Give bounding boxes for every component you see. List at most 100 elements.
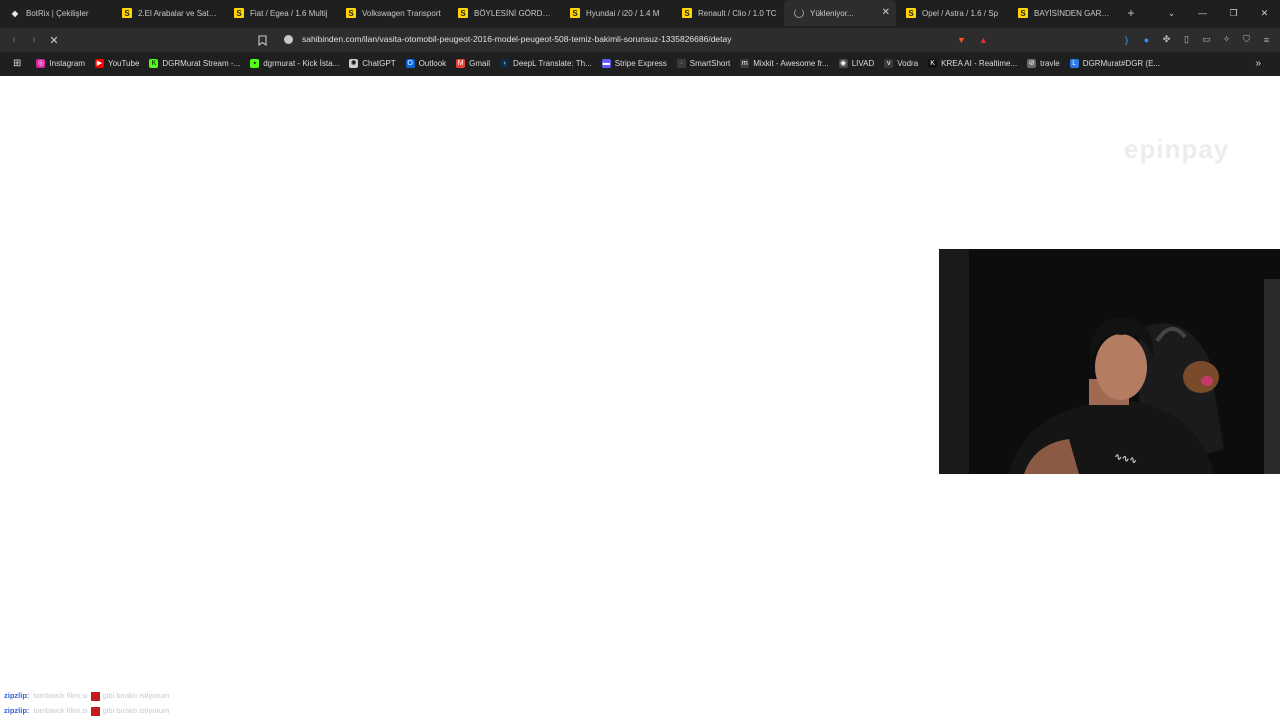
url-text[interactable]: sahibinden.com/ilan/vasita-otomobil-peug… (302, 34, 732, 44)
bookmark-label: Outlook (418, 58, 447, 68)
leo-ai-icon[interactable]: ✧ (1220, 33, 1233, 46)
mixkit-icon: m (740, 58, 750, 68)
stream-chat-line: zipzlip: tombiwck filim.si gibi bıraktı is… (4, 706, 169, 716)
tab-title: BotRix | Çekilişler (26, 8, 89, 18)
bookmark-vodra[interactable]: v Vodra (879, 55, 923, 71)
stop-loading-icon[interactable]: ✕ (46, 32, 62, 48)
deepl-icon: › (500, 58, 510, 68)
bookmark-livad[interactable]: ◉ LIVAD (834, 55, 880, 71)
toolbar: ‹ › ✕ sahibinden.com/ilan/vasita-otomobi… (0, 28, 1280, 52)
sahibinden-icon: S (458, 8, 468, 18)
vpn-shield-icon[interactable]: ⛉ (1240, 33, 1253, 46)
sidebar-icon[interactable]: ▯ (1180, 33, 1193, 46)
bookmark-label: KREA AI - Realtime... (941, 58, 1018, 68)
bookmark-label: DeepL Translate: Th... (513, 58, 592, 68)
chatgpt-icon: ✺ (349, 58, 359, 68)
vodra-icon: v (884, 58, 894, 68)
epinpay-watermark: epinpay (1124, 134, 1230, 164)
chat-message-suffix: gibi bıraktı istiyorum (102, 691, 170, 700)
close-icon[interactable]: ✕ (882, 7, 890, 18)
bookmark-label: dgrmurat - Kick İsta... (263, 58, 340, 68)
apps-grid-icon[interactable]: ⊞ (8, 55, 31, 71)
bookmark-dgrmurat-stream[interactable]: K DGRMurat Stream -... (144, 55, 245, 71)
tab-sahibinden-8[interactable]: S BAYİSİNDEN GARANT (1008, 0, 1120, 26)
emote-icon (90, 691, 100, 701)
bookmark-youtube[interactable]: ▶ YouTube (90, 55, 144, 71)
bookmark-label: ChatGPT (362, 58, 396, 68)
tab-sahibinden-3[interactable]: S Volkswagen Transport (336, 0, 448, 26)
menu-icon[interactable]: ≡ (1260, 33, 1273, 46)
brave-shields-icon[interactable]: ▼ (955, 33, 968, 46)
krea-icon: K (928, 58, 938, 68)
linktree-icon: L (1069, 58, 1079, 68)
site-info-icon[interactable] (284, 35, 293, 44)
restore-icon[interactable]: ❐ (1218, 0, 1249, 26)
chat-message-suffix: gibi bıraktı istiyorum (102, 706, 170, 715)
emote-icon (90, 706, 100, 716)
bookmark-kick[interactable]: ▪ dgrmurat - Kick İsta... (245, 55, 344, 71)
forward-icon[interactable]: › (26, 32, 42, 48)
instagram-icon: ◎ (36, 58, 46, 68)
bookmark-linktree[interactable]: L DGRMurat#DGR (E... (1065, 55, 1165, 71)
bookmark-gmail[interactable]: M Gmail (451, 55, 495, 71)
streamer-webcam-image: ∿∿∿ (939, 249, 1280, 474)
extensions-puzzle-icon[interactable]: ✤ (1160, 33, 1173, 46)
bookmark-label: travle (1040, 58, 1060, 68)
chat-message: tombiwck filim.si (33, 706, 88, 715)
bookmarks-overflow-icon[interactable]: » (1250, 55, 1266, 71)
bookmark-mixkit[interactable]: m Mixkit - Awesome fr... (735, 55, 833, 71)
brave-rewards-icon[interactable]: ▲ (977, 33, 990, 46)
sahibinden-icon: S (906, 8, 916, 18)
new-tab-button[interactable]: + (1120, 0, 1142, 26)
tab-sahibinden-4[interactable]: S BÖYLESİNİ GÖRDÜNÜ (448, 0, 560, 26)
bookmark-label: YouTube (107, 58, 140, 68)
extension-blue-icon[interactable]: ● (1140, 33, 1153, 46)
bookmark-label: Gmail (469, 58, 491, 68)
stream-chat-line: zipzlip: tombiwck filim.si gibi bıraktı is… (4, 691, 169, 701)
tab-sahibinden-7[interactable]: S Opel / Astra / 1.6 / Sp (896, 0, 1008, 26)
livad-icon: ◉ (838, 58, 848, 68)
bookmark-outlook[interactable]: O Outlook (401, 55, 452, 71)
tab-sahibinden-6[interactable]: S Renault / Clio / 1.0 TC (672, 0, 784, 26)
sahibinden-icon: S (234, 8, 244, 18)
tab-title: Hyundai / i20 / 1.4 M (586, 8, 660, 18)
chat-username: zipzlip: (4, 691, 30, 700)
bookmark-deepl[interactable]: › DeepL Translate: Th... (495, 55, 597, 71)
address-bar[interactable]: sahibinden.com/ilan/vasita-otomobil-peug… (250, 30, 1000, 50)
tab-search-chevron-icon[interactable]: ⌄ (1156, 0, 1187, 26)
tab-active-loading[interactable]: Yükleniyor... ✕ (784, 0, 896, 26)
sahibinden-icon: S (346, 8, 356, 18)
bookmark-smartshort[interactable]: · SmartShort (672, 55, 735, 71)
bookmark-label: Stripe Express (614, 58, 667, 68)
bookmark-label: DGRMurat Stream -... (162, 58, 241, 68)
bookmark-label: SmartShort (689, 58, 731, 68)
bookmark-label: LIVAD (851, 58, 875, 68)
tab-sahibinden-2[interactable]: S Fiat / Egea / 1.6 Multij (224, 0, 336, 26)
tab-title: Volkswagen Transport (362, 8, 441, 18)
media-icon[interactable]: ) (1120, 33, 1133, 46)
tab-title: BÖYLESİNİ GÖRDÜNÜ (474, 8, 554, 18)
tab-title: Yükleniyor... (810, 8, 854, 18)
bookmarks-bar: ⊞ ◎ Instagram ▶ YouTube K DGRMurat Stream -… (0, 54, 1280, 72)
bookmark-instagram[interactable]: ◎ Instagram (31, 55, 90, 71)
tab-sahibinden-1[interactable]: S 2.El Arabalar ve Satılık (112, 0, 224, 26)
back-icon[interactable]: ‹ (6, 32, 22, 48)
tab-sahibinden-5[interactable]: S Hyundai / i20 / 1.4 M (560, 0, 672, 26)
loading-spinner-icon (794, 8, 804, 18)
tab-botrix[interactable]: ◆ BotRix | Çekilişler (0, 0, 112, 26)
bookmark-krea[interactable]: K KREA AI - Realtime... (923, 55, 1022, 71)
minimize-icon[interactable]: — (1187, 0, 1218, 26)
tab-strip: ◆ BotRix | Çekilişler S 2.El Arabalar ve… (0, 0, 1280, 26)
bookmark-travle[interactable]: ⊘ travle (1022, 55, 1065, 71)
tab-title: Opel / Astra / 1.6 / Sp (922, 8, 999, 18)
youtube-icon: ▶ (94, 58, 104, 68)
kick-icon: ▪ (250, 58, 260, 68)
bookmark-chatgpt[interactable]: ✺ ChatGPT (344, 55, 400, 71)
bookmark-label: Vodra (897, 58, 919, 68)
window-close-icon[interactable]: ✕ (1249, 0, 1280, 26)
wallet-icon[interactable]: ▭ (1200, 33, 1213, 46)
bookmark-stripe[interactable]: ▬ Stripe Express (597, 55, 672, 71)
webcam-overlay: ∿∿∿ (939, 249, 1280, 474)
sahibinden-icon: S (122, 8, 132, 18)
tab-title: Renault / Clio / 1.0 TC (698, 8, 777, 18)
